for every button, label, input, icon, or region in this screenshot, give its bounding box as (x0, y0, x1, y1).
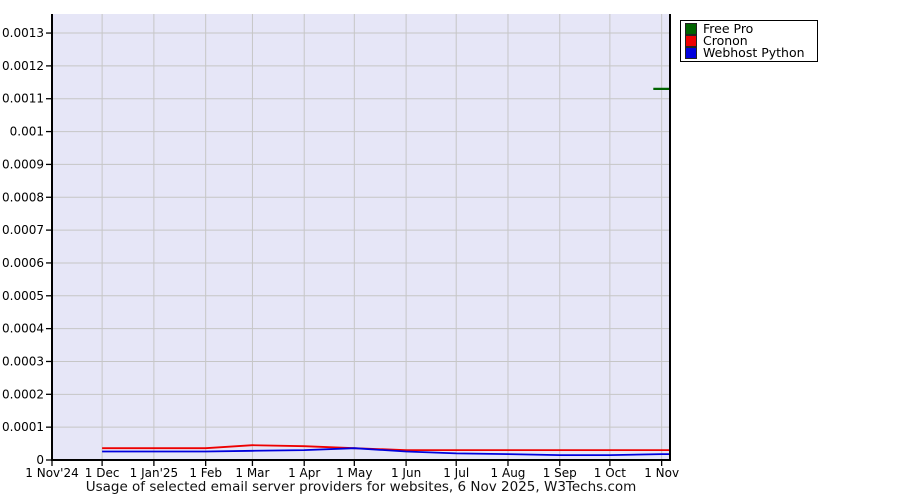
x-tick-label: 1 Aug (491, 466, 526, 480)
y-tick-label: 0.0003 (2, 354, 44, 368)
x-tick-label: 1 May (336, 466, 372, 480)
y-tick-label: 0.0005 (2, 289, 44, 303)
y-tick-label: 0.0013 (2, 26, 44, 40)
x-tick-label: 1 Mar (235, 466, 269, 480)
chart-caption: Usage of selected email server providers… (85, 479, 637, 495)
x-tick-label: 1 Oct (594, 466, 626, 480)
plot-area (52, 14, 670, 460)
x-tick-label: 1 Feb (189, 466, 222, 480)
y-tick-label: 0.0004 (2, 322, 44, 336)
chart-legend: Free Pro Cronon Webhost Python (680, 20, 818, 62)
y-tick-label: 0.0007 (2, 223, 44, 237)
legend-item-webhost-python: Webhost Python (685, 45, 813, 60)
legend-swatch-webhost-python (685, 47, 697, 59)
y-tick-label: 0.0002 (2, 387, 44, 401)
y-tick-label: 0.0001 (2, 420, 44, 434)
y-tick-label: 0.0006 (2, 256, 44, 270)
y-tick-label: 0.0009 (2, 157, 44, 171)
chart-plot: 0 0.0001 0.0002 0.0003 0.0004 0.0005 0.0006 0.0… (2, 14, 679, 480)
y-tick-label: 0.0011 (2, 92, 44, 106)
x-tick-label: 1 Jan'25 (130, 466, 179, 480)
x-tick-label: 1 Jun (391, 466, 421, 480)
x-tick-label: 1 Nov (644, 466, 679, 480)
y-tick-label: 0.001 (10, 125, 44, 139)
w3techs-usage-chart: 0 0.0001 0.0002 0.0003 0.0004 0.0005 0.0006 0.0… (0, 0, 900, 500)
x-tick-label: 1 Sep (543, 466, 577, 480)
x-tick-label: 1 Apr (288, 466, 320, 480)
x-tick-label: 1 Nov'24 (25, 466, 78, 480)
x-tick-label: 1 Jul (443, 466, 469, 480)
y-tick-label: 0.0012 (2, 59, 44, 73)
y-tick-label: 0.0008 (2, 190, 44, 204)
x-tick-label: 1 Dec (85, 466, 120, 480)
y-tick-label: 0 (36, 453, 44, 467)
legend-swatch-free-pro (685, 23, 697, 35)
legend-swatch-cronon (685, 35, 697, 47)
legend-label-webhost-python: Webhost Python (703, 45, 805, 60)
